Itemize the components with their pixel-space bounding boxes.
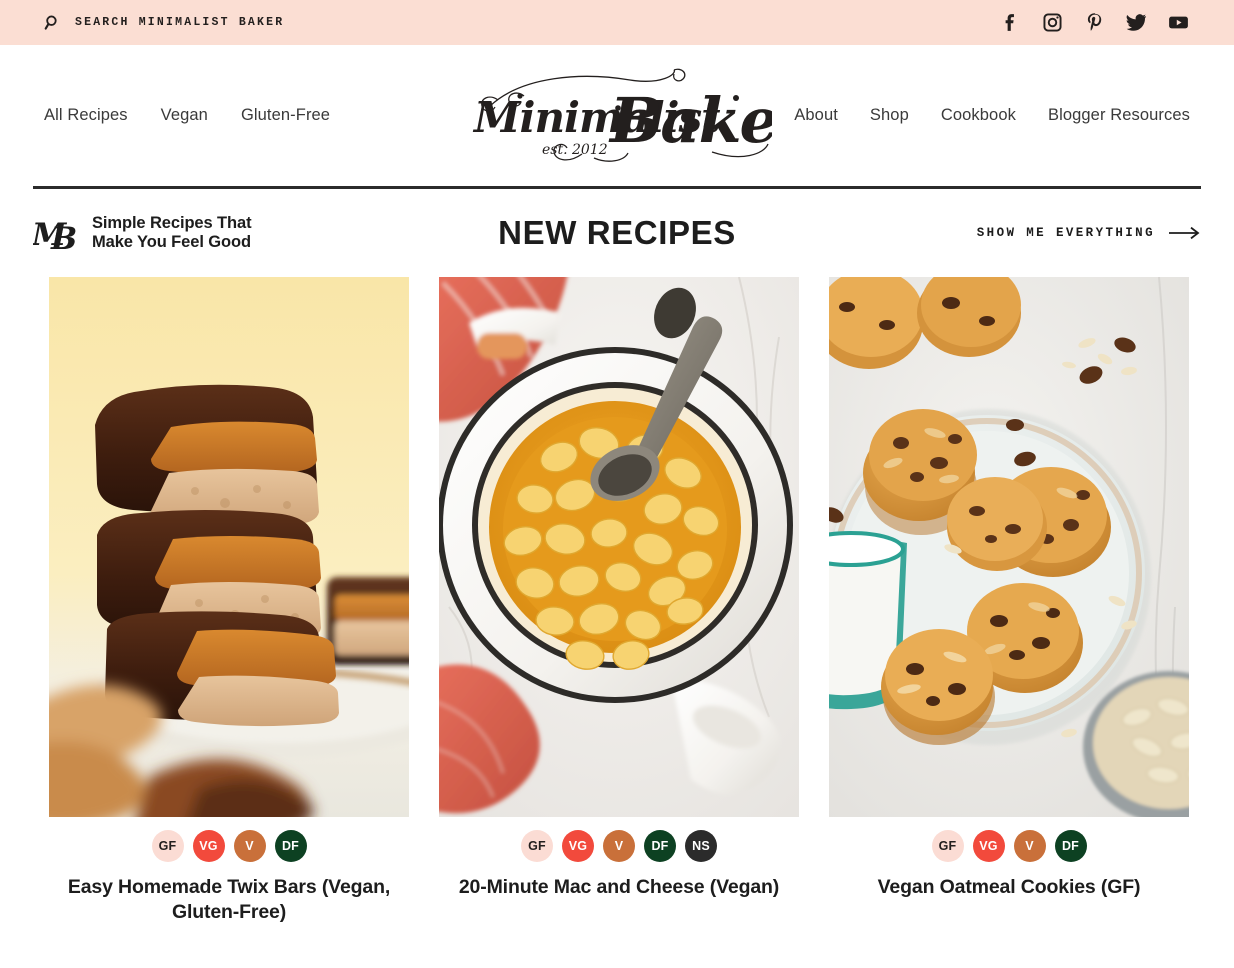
recipe-card: GF VG V DF Vegan Oatmeal Cookies (GF) bbox=[829, 277, 1189, 900]
youtube-icon bbox=[1169, 16, 1188, 29]
twix-bars-photo bbox=[49, 277, 409, 817]
nav-item-vegan[interactable]: Vegan bbox=[161, 106, 208, 125]
show-me-everything-link[interactable]: SHOW ME EVERYTHING bbox=[977, 226, 1201, 240]
facebook-icon bbox=[1005, 14, 1014, 31]
recipe-title[interactable]: 20-Minute Mac and Cheese (Vegan) bbox=[439, 875, 799, 900]
mb-monogram-icon: M B bbox=[33, 217, 77, 254]
badge-ns[interactable]: NS bbox=[685, 830, 717, 862]
diet-badges: GF VG V DF bbox=[829, 830, 1189, 862]
recipe-image-link[interactable] bbox=[829, 277, 1189, 817]
svg-text:B: B bbox=[50, 221, 77, 254]
instagram-icon bbox=[1043, 13, 1062, 32]
main-navigation: All Recipes Vegan Gluten-Free Minimalist… bbox=[0, 45, 1234, 186]
badge-v[interactable]: V bbox=[1013, 830, 1046, 862]
social-link-twitter[interactable] bbox=[1125, 11, 1148, 34]
badge-v[interactable]: V bbox=[233, 830, 266, 862]
svg-text:est. 2012: est. 2012 bbox=[542, 142, 608, 158]
right-arrow-icon bbox=[1169, 226, 1200, 240]
search-trigger[interactable]: SEARCH MINIMALIST BAKER bbox=[44, 14, 999, 31]
top-utility-bar: SEARCH MINIMALIST BAKER bbox=[0, 0, 1234, 45]
nav-item-cookbook[interactable]: Cookbook bbox=[941, 106, 1016, 125]
nav-item-shop[interactable]: Shop bbox=[870, 106, 909, 125]
badge-v[interactable]: V bbox=[603, 830, 635, 862]
tagline-text: Simple Recipes That Make You Feel Good bbox=[92, 213, 252, 251]
badge-gf[interactable]: GF bbox=[931, 830, 964, 862]
badge-vg[interactable]: VG bbox=[972, 830, 1005, 862]
social-link-youtube[interactable] bbox=[1167, 11, 1190, 34]
social-link-pinterest[interactable] bbox=[1083, 11, 1106, 34]
search-label: SEARCH MINIMALIST BAKER bbox=[75, 16, 285, 29]
recipe-card: GF VG V DF Easy Homemade Twix Bars (Vega… bbox=[49, 277, 409, 924]
badge-gf[interactable]: GF bbox=[151, 830, 184, 862]
nav-left-group: All Recipes Vegan Gluten-Free bbox=[44, 106, 330, 125]
recipe-card: GF VG V DF NS 20-Minute Mac and Cheese (… bbox=[439, 277, 799, 900]
diet-badges: GF VG V DF NS bbox=[439, 830, 799, 862]
minimalist-baker-logo: Minimalist Baker est. 2012 bbox=[472, 68, 772, 162]
recipe-grid: GF VG V DF Easy Homemade Twix Bars (Vega… bbox=[0, 277, 1234, 924]
recipe-image-link[interactable] bbox=[439, 277, 799, 817]
twitter-icon bbox=[1126, 14, 1147, 31]
section-header: M B Simple Recipes That Make You Feel Go… bbox=[0, 189, 1234, 277]
nav-item-gluten-free[interactable]: Gluten-Free bbox=[241, 106, 330, 125]
mac-and-cheese-photo bbox=[439, 277, 799, 817]
nav-item-about[interactable]: About bbox=[794, 106, 838, 125]
diet-badges: GF VG V DF bbox=[49, 830, 409, 862]
nav-item-all-recipes[interactable]: All Recipes bbox=[44, 106, 128, 125]
nav-item-blogger-resources[interactable]: Blogger Resources bbox=[1048, 106, 1190, 125]
recipe-image-link[interactable] bbox=[49, 277, 409, 817]
badge-df[interactable]: DF bbox=[274, 830, 307, 862]
social-link-facebook[interactable] bbox=[999, 11, 1022, 34]
recipe-title[interactable]: Vegan Oatmeal Cookies (GF) bbox=[829, 875, 1189, 900]
badge-df[interactable]: DF bbox=[1054, 830, 1087, 862]
search-icon bbox=[44, 15, 57, 30]
show-all-label: SHOW ME EVERYTHING bbox=[976, 226, 1155, 240]
nav-right-group: About Shop Cookbook Blogger Resources bbox=[794, 106, 1190, 125]
brand-tagline-block: M B Simple Recipes That Make You Feel Go… bbox=[33, 212, 252, 254]
badge-gf[interactable]: GF bbox=[521, 830, 553, 862]
svg-text:Baker: Baker bbox=[608, 84, 772, 157]
badge-vg[interactable]: VG bbox=[562, 830, 594, 862]
site-logo[interactable]: Minimalist Baker est. 2012 bbox=[462, 66, 772, 166]
page-title: NEW RECIPES bbox=[498, 214, 736, 251]
social-link-instagram[interactable] bbox=[1041, 11, 1064, 34]
badge-df[interactable]: DF bbox=[644, 830, 676, 862]
social-links bbox=[999, 11, 1190, 34]
badge-vg[interactable]: VG bbox=[192, 830, 225, 862]
recipe-title[interactable]: Easy Homemade Twix Bars (Vegan, Gluten-F… bbox=[49, 875, 409, 924]
oatmeal-cookies-photo bbox=[829, 277, 1189, 817]
pinterest-icon bbox=[1087, 13, 1102, 31]
